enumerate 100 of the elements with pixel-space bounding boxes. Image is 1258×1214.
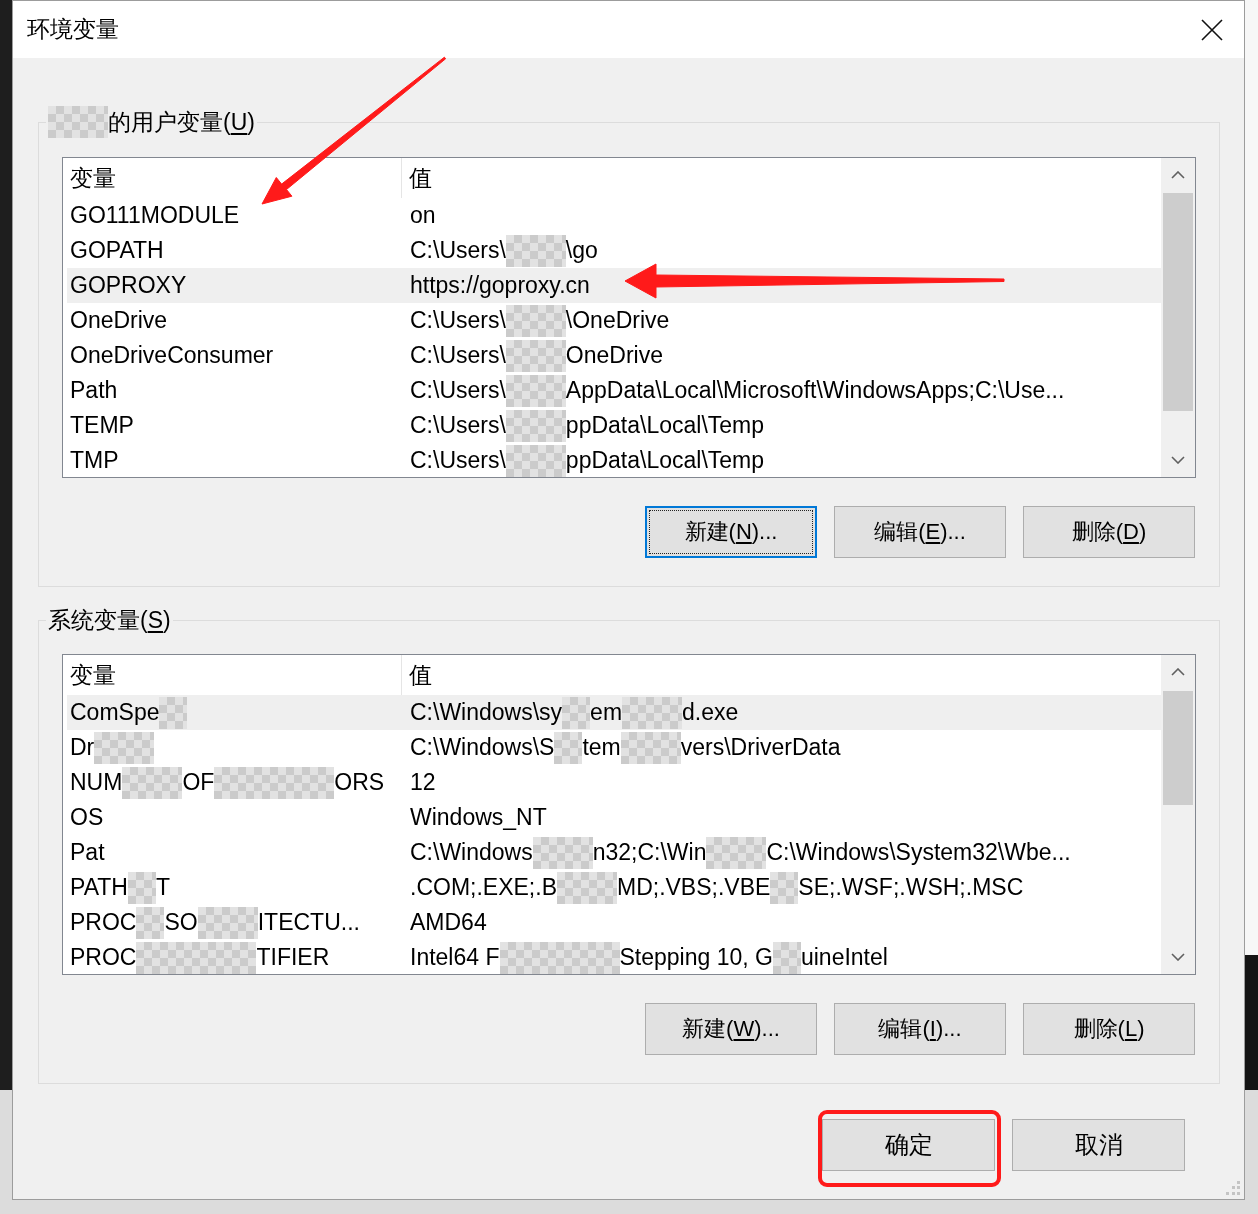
variable-value: Windows_NT xyxy=(410,804,547,831)
variable-value: ppData\Local\Temp xyxy=(565,447,765,474)
edit-button[interactable]: 编辑(E)... xyxy=(834,506,1006,558)
variable-name: ITECTU... xyxy=(257,909,360,936)
variable-value: AppData\Local\Microsoft\WindowsApps;C:\Use... xyxy=(565,377,1065,404)
mosaic-redaction xyxy=(159,696,188,729)
chevron-down-icon xyxy=(1171,953,1185,961)
variable-name: OS xyxy=(70,804,104,831)
variable-name: Path xyxy=(70,377,118,404)
variable-name: TMP xyxy=(70,447,119,474)
variable-name: OF xyxy=(182,769,215,796)
variable-value: d.exe xyxy=(682,699,739,726)
mosaic-redaction xyxy=(505,444,566,477)
mosaic-redaction xyxy=(505,304,566,337)
variable-value: C:\Users\ xyxy=(410,447,506,474)
table-row[interactable]: OneDriveConsumer C:\Users\ OneDrive xyxy=(67,338,1161,373)
variable-value: .COM;.EXE;.B xyxy=(410,874,557,901)
variable-value: C:\Users\ xyxy=(410,377,506,404)
variable-value: \go xyxy=(565,237,598,264)
variable-value: OneDrive xyxy=(565,342,663,369)
column-header[interactable]: 变量 xyxy=(70,659,116,691)
delete-button[interactable]: 删除(L) xyxy=(1023,1003,1195,1055)
variable-name: OneDrive xyxy=(70,307,168,334)
table-row[interactable]: ComSpe C:\Windows\sy em d.exe xyxy=(67,695,1161,730)
scrollbar-thumb[interactable] xyxy=(1163,193,1193,411)
column-header[interactable]: 值 xyxy=(409,659,432,691)
close-icon xyxy=(1201,18,1223,41)
variable-value: n32;C:\Win xyxy=(592,839,707,866)
chevron-up-icon xyxy=(1171,171,1185,179)
mosaic-redaction xyxy=(532,836,593,869)
mosaic-redaction xyxy=(505,374,566,407)
new-button[interactable]: 新建(N)... xyxy=(645,506,817,558)
variable-value: C:\Users\ xyxy=(410,307,506,334)
variable-value: Stepping 10, G xyxy=(619,944,773,971)
mosaic-redaction xyxy=(557,871,617,904)
resize-grip-icon[interactable] xyxy=(1226,1181,1240,1195)
variable-value: on xyxy=(410,202,436,229)
variable-value: Intel64 F xyxy=(410,944,500,971)
variable-name: NUM xyxy=(70,769,123,796)
table-row[interactable]: TEMP C:\Users\ ppData\Local\Temp xyxy=(67,408,1161,443)
table-row[interactable]: PROC SO ITECTU... AMD64 xyxy=(67,905,1161,940)
variable-name: TIFIER xyxy=(256,944,330,971)
column-header[interactable]: 值 xyxy=(409,162,432,194)
table-row[interactable]: Pat C:\Windows n32;C:\Win C:\Windows\System32\Wbe... xyxy=(67,835,1161,870)
chevron-up-icon xyxy=(1171,668,1185,676)
variable-value: 12 xyxy=(410,769,436,796)
variable-name: ComSpe xyxy=(70,699,160,726)
new-button[interactable]: 新建(W)... xyxy=(645,1003,817,1055)
variable-name: Dr xyxy=(70,734,95,761)
variable-value: \OneDrive xyxy=(565,307,670,334)
window-title: 环境变量 xyxy=(27,15,119,44)
mosaic-redaction xyxy=(554,731,583,764)
variable-value: em xyxy=(590,699,623,726)
variable-name: SO xyxy=(164,909,198,936)
table-row[interactable]: PATH T .COM;.EXE;.B MD;.VBS;.VBE SE;.WSF;.WSH;.MSC xyxy=(67,870,1161,905)
mosaic-redaction xyxy=(505,339,566,372)
ok-button[interactable]: 确定 xyxy=(822,1119,995,1171)
chevron-down-icon xyxy=(1171,456,1185,464)
variable-name: GOPATH xyxy=(70,237,164,264)
variable-name: PROC xyxy=(70,944,137,971)
cancel-button[interactable]: 取消 xyxy=(1012,1119,1185,1171)
mosaic-redaction xyxy=(197,906,258,939)
variable-value: ppData\Local\Temp xyxy=(565,412,765,439)
mosaic-redaction xyxy=(622,696,683,729)
table-row[interactable]: GOPATH C:\Users\ \go xyxy=(67,233,1161,268)
mosaic-redaction xyxy=(770,871,799,904)
scrollbar[interactable] xyxy=(1161,655,1195,974)
table-row[interactable]: GOPROXY https://goproxy.cn xyxy=(67,268,1161,303)
table-row[interactable]: Path C:\Users\ AppData\Local\Microsoft\WindowsApps;C:\Use... xyxy=(67,373,1161,408)
variable-name: Pat xyxy=(70,839,105,866)
variable-value: SE;.WSF;.WSH;.MSC xyxy=(798,874,1024,901)
delete-button[interactable]: 删除(D) xyxy=(1023,506,1195,558)
column-header[interactable]: 变量 xyxy=(70,162,116,194)
variable-value: https://goproxy.cn xyxy=(410,272,590,299)
variable-value: uineIntel xyxy=(800,944,888,971)
mosaic-redaction xyxy=(127,871,156,904)
table-row[interactable]: PROC TIFIER Intel64 F Stepping 10, G uineIntel xyxy=(67,940,1161,974)
variable-name: PROC xyxy=(70,909,137,936)
scrollbar[interactable] xyxy=(1161,158,1195,477)
variable-value: C:\Windows\S xyxy=(410,734,555,761)
mosaic-redaction xyxy=(706,836,767,869)
variable-name: ORS xyxy=(334,769,385,796)
variable-value: MD;.VBS;.VBE xyxy=(617,874,771,901)
scrollbar-thumb[interactable] xyxy=(1163,691,1193,805)
mosaic-redaction xyxy=(505,234,566,267)
table-row[interactable]: Dr C:\Windows\S tem vers\DriverData xyxy=(67,730,1161,765)
mosaic-redaction xyxy=(136,906,165,939)
table-row[interactable]: GO111MODULE on xyxy=(67,198,1161,233)
mosaic-redaction xyxy=(94,731,155,764)
table-row[interactable]: OS Windows_NT xyxy=(67,800,1161,835)
table-row[interactable]: NUM OF ORS 12 xyxy=(67,765,1161,800)
variable-value: C:\Windows xyxy=(410,839,533,866)
table-row[interactable]: TMP C:\Users\ ppData\Local\Temp xyxy=(67,443,1161,477)
group-heading: 系统变量(S) xyxy=(48,606,171,635)
variable-value: AMD64 xyxy=(410,909,487,936)
variable-name: TEMP xyxy=(70,412,134,439)
edit-button[interactable]: 编辑(I)... xyxy=(834,1003,1006,1055)
mosaic-redaction xyxy=(562,696,591,729)
table-row[interactable]: OneDrive C:\Users\ \OneDrive xyxy=(67,303,1161,338)
variable-value: vers\DriverData xyxy=(680,734,841,761)
